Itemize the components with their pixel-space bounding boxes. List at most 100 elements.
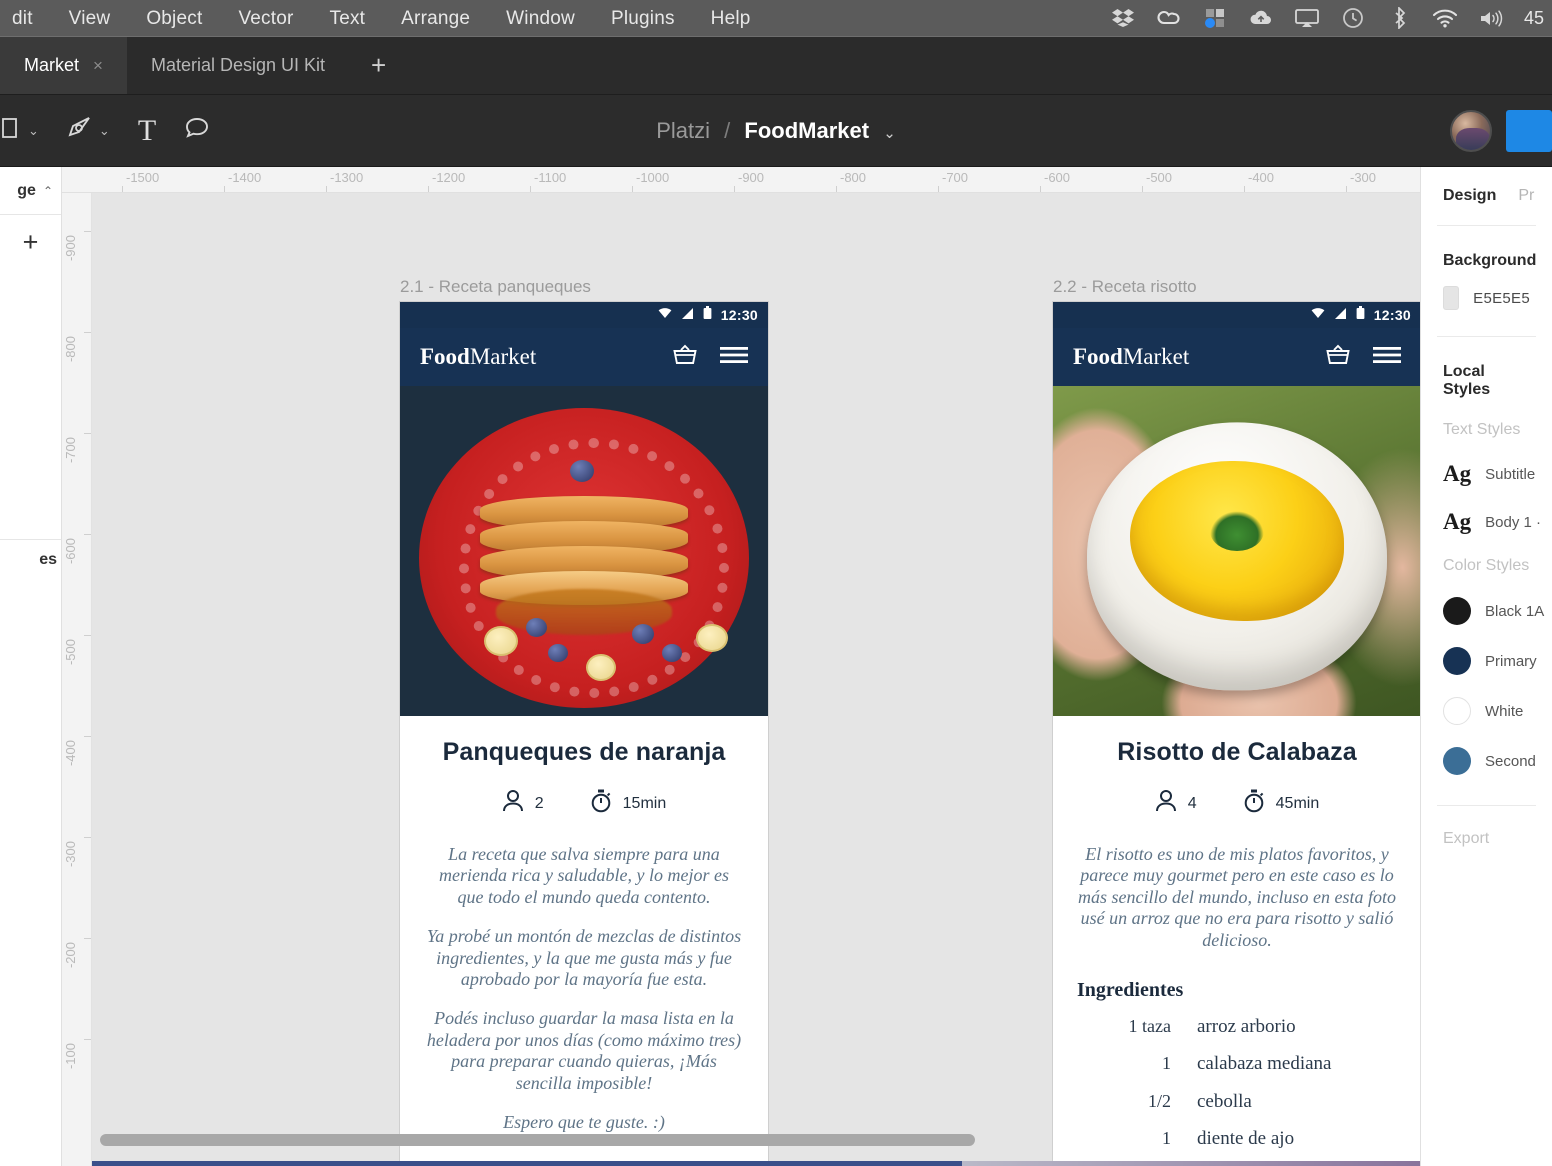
tab-foodmarket[interactable]: Market × — [0, 37, 127, 94]
menu-item-text[interactable]: Text — [312, 0, 384, 37]
color-style-name: Primary — [1485, 653, 1537, 670]
volume-icon[interactable] — [1478, 7, 1504, 29]
description-paragraph: Ya probé un montón de mezclas de distint… — [424, 926, 744, 990]
frame-receta-panqueques[interactable]: 2.1 - Receta panqueques — [399, 301, 769, 1166]
recipe-hero-image — [400, 386, 768, 716]
menu-bar-tray: 45 — [1110, 7, 1552, 29]
text-tool-button[interactable]: T — [124, 109, 170, 153]
frame-receta-risotto[interactable]: 2.2 - Receta risotto — [1052, 301, 1422, 1166]
app-bar-actions — [672, 343, 748, 372]
design-canvas[interactable]: 2.1 - Receta panqueques — [92, 193, 1552, 1166]
breadcrumb: Platzi / FoodMarket ⌄ — [0, 118, 1552, 144]
text-style-body1[interactable]: Ag Body 1 · — [1421, 487, 1552, 535]
ingredient-name: arroz arborio — [1197, 1016, 1296, 1038]
background-color-swatch[interactable] — [1443, 286, 1459, 310]
menu-item-view[interactable]: View — [51, 0, 129, 37]
tab-prototype[interactable]: Pr — [1518, 187, 1534, 205]
tab-material-design-ui-kit[interactable]: Material Design UI Kit — [127, 37, 349, 94]
menu-item-edit[interactable]: dit — [0, 0, 51, 37]
color-style-name: Second — [1485, 753, 1536, 770]
logo-regular: Market — [470, 344, 536, 369]
bluetooth-icon[interactable] — [1386, 7, 1412, 29]
timer-icon — [590, 789, 612, 818]
hamburger-menu-icon[interactable] — [720, 345, 748, 370]
phone-mockup: 12:30 FoodMarket — [399, 301, 769, 1166]
background-color-value[interactable]: E5E5E5 — [1473, 290, 1530, 307]
chevron-down-icon[interactable]: ⌄ — [99, 123, 110, 139]
color-swatch[interactable] — [1443, 697, 1471, 725]
tab-design[interactable]: Design — [1443, 187, 1496, 205]
menu-item-plugins[interactable]: Plugins — [593, 0, 693, 37]
hamburger-menu-icon[interactable] — [1373, 345, 1401, 370]
blueberry — [548, 644, 568, 662]
wifi-icon[interactable] — [1432, 7, 1458, 29]
vertical-ruler[interactable]: -900-800-700-600-500-400-300-200-100 — [62, 193, 92, 1166]
recipe-title: Panqueques de naranja — [424, 738, 744, 767]
airplay-icon[interactable] — [1294, 7, 1320, 29]
text-style-subtitle[interactable]: Ag Subtitle — [1421, 439, 1552, 487]
color-style-secondary[interactable]: Second — [1421, 725, 1552, 775]
share-button[interactable] — [1506, 110, 1552, 152]
local-styles-title: Local Styles — [1421, 337, 1552, 399]
dropbox-icon[interactable] — [1110, 7, 1136, 29]
menu-item-vector[interactable]: Vector — [220, 0, 311, 37]
creative-cloud-icon[interactable] — [1156, 7, 1182, 29]
chevron-down-icon[interactable]: ⌄ — [28, 123, 39, 139]
menu-item-arrange[interactable]: Arrange — [383, 0, 488, 37]
horizontal-scrollbar[interactable] — [92, 1134, 1552, 1148]
export-section-label[interactable]: Export — [1421, 806, 1552, 848]
chevron-up-icon[interactable]: ⌃ — [43, 184, 53, 198]
servings-value: 2 — [535, 795, 544, 813]
page-header[interactable]: ge ⌃ — [0, 167, 61, 215]
text-styles-label: Text Styles — [1421, 399, 1552, 439]
color-swatch[interactable] — [1443, 647, 1471, 675]
shape-tool-button[interactable]: ⌄ — [0, 109, 53, 153]
color-style-black[interactable]: Black 1A — [1421, 575, 1552, 625]
menu-item-object[interactable]: Object — [128, 0, 220, 37]
chevron-down-icon[interactable]: ⌄ — [883, 125, 896, 142]
figma-tab-bar: Market × Material Design UI Kit + — [0, 37, 1552, 95]
menu-item-window[interactable]: Window — [488, 0, 593, 37]
breadcrumb-project[interactable]: Platzi — [656, 118, 710, 143]
comment-tool-button[interactable] — [170, 109, 224, 153]
menu-bar-clock[interactable]: 45 — [1524, 8, 1544, 29]
basket-icon[interactable] — [1325, 343, 1351, 372]
background-color-row[interactable]: E5E5E5 — [1421, 270, 1552, 310]
frame-label[interactable]: 2.1 - Receta panqueques — [400, 277, 591, 297]
description-paragraph: Espero que te guste. :) — [424, 1112, 744, 1133]
person-icon — [502, 789, 524, 818]
recipe-hero-image — [1053, 386, 1421, 716]
app-status-icon[interactable] — [1202, 7, 1228, 29]
ingredient-quantity: 1/2 — [1077, 1091, 1197, 1112]
logo-bold: Food — [1073, 344, 1123, 369]
add-page-button[interactable]: + — [0, 215, 61, 269]
timer-icon — [1243, 789, 1265, 818]
banana-slice — [586, 654, 616, 681]
horizontal-ruler[interactable]: -1500-1400-1300-1200-1100-1000-900-800-7… — [62, 167, 1552, 193]
window-bottom-edge — [0, 1161, 1552, 1166]
banana-slice — [696, 624, 728, 652]
color-swatch[interactable] — [1443, 597, 1471, 625]
avatar[interactable] — [1450, 110, 1492, 152]
time-machine-icon[interactable] — [1340, 7, 1366, 29]
breadcrumb-separator: / — [724, 118, 730, 143]
foodmarket-logo[interactable]: FoodMarket — [1073, 344, 1189, 370]
pen-tool-button[interactable]: ⌄ — [53, 109, 124, 153]
pancake-stack-graphic — [480, 505, 688, 605]
ingredients-title: Ingredientes — [1077, 979, 1397, 1002]
close-icon[interactable]: × — [93, 56, 103, 76]
menu-item-help[interactable]: Help — [693, 0, 769, 37]
properties-panel: Design Pr Background E5E5E5 Local Styles… — [1420, 167, 1552, 1166]
basket-icon[interactable] — [672, 343, 698, 372]
cloud-upload-icon[interactable] — [1248, 7, 1274, 29]
foodmarket-logo[interactable]: FoodMarket — [420, 344, 536, 370]
color-style-white[interactable]: White — [1421, 675, 1552, 725]
frame-label[interactable]: 2.2 - Receta risotto — [1053, 277, 1197, 297]
new-tab-button[interactable]: + — [349, 37, 408, 94]
color-swatch[interactable] — [1443, 747, 1471, 775]
scrollbar-thumb[interactable] — [100, 1134, 975, 1146]
servings-meta: 4 — [1155, 789, 1197, 818]
text-style-name: Body 1 · — [1485, 514, 1541, 531]
color-style-primary[interactable]: Primary — [1421, 625, 1552, 675]
breadcrumb-file[interactable]: FoodMarket — [744, 118, 869, 143]
